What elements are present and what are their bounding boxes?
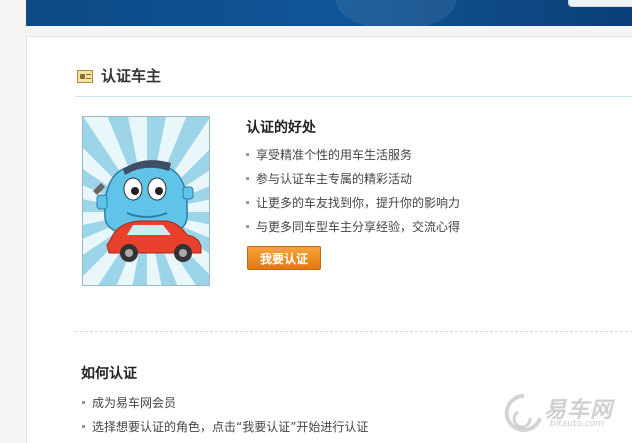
list-item: 参与认证车主专属的精彩活动 <box>246 170 460 194</box>
benefits-list: 享受精准个性的用车生活服务 参与认证车主专属的精彩活动 让更多的车友找到你，提升… <box>246 146 460 242</box>
banner-glow <box>336 0 456 30</box>
id-card-icon <box>77 70 93 83</box>
section-header: 认证车主 <box>75 55 632 97</box>
site-watermark: 易车网 bitauto.com <box>504 392 630 438</box>
bitauto-logo-icon <box>504 393 542 432</box>
section-divider <box>75 331 632 332</box>
top-banner <box>26 0 632 30</box>
list-item: 与更多同车型车主分享经验，交流心得 <box>246 218 460 242</box>
watermark-domain: bitauto.com <box>550 419 605 429</box>
list-item: 享受精准个性的用车生活服务 <box>246 146 460 170</box>
list-item: 成为易车网会员 <box>82 394 368 418</box>
top-search-input[interactable] <box>568 0 632 7</box>
benefits-title: 认证的好处 <box>246 120 316 136</box>
steps-list: 成为易车网会员 选择想要认证的角色，点击“我要认证”开始进行认证 <box>82 394 368 442</box>
content-panel: 认证车主 认证的好处 享受精准个性的用车生活服务 参与认证车主专属的精彩活动 让… <box>26 36 632 443</box>
list-item: 选择想要认证的角色，点击“我要认证”开始进行认证 <box>82 418 368 442</box>
page-title: 认证车主 <box>101 67 162 85</box>
list-item: 让更多的车友找到你，提升你的影响力 <box>246 194 460 218</box>
how-to-certify-title: 如何认证 <box>81 366 137 382</box>
apply-certification-button[interactable]: 我要认证 <box>247 246 321 270</box>
owner-mascot-illustration <box>82 116 210 286</box>
